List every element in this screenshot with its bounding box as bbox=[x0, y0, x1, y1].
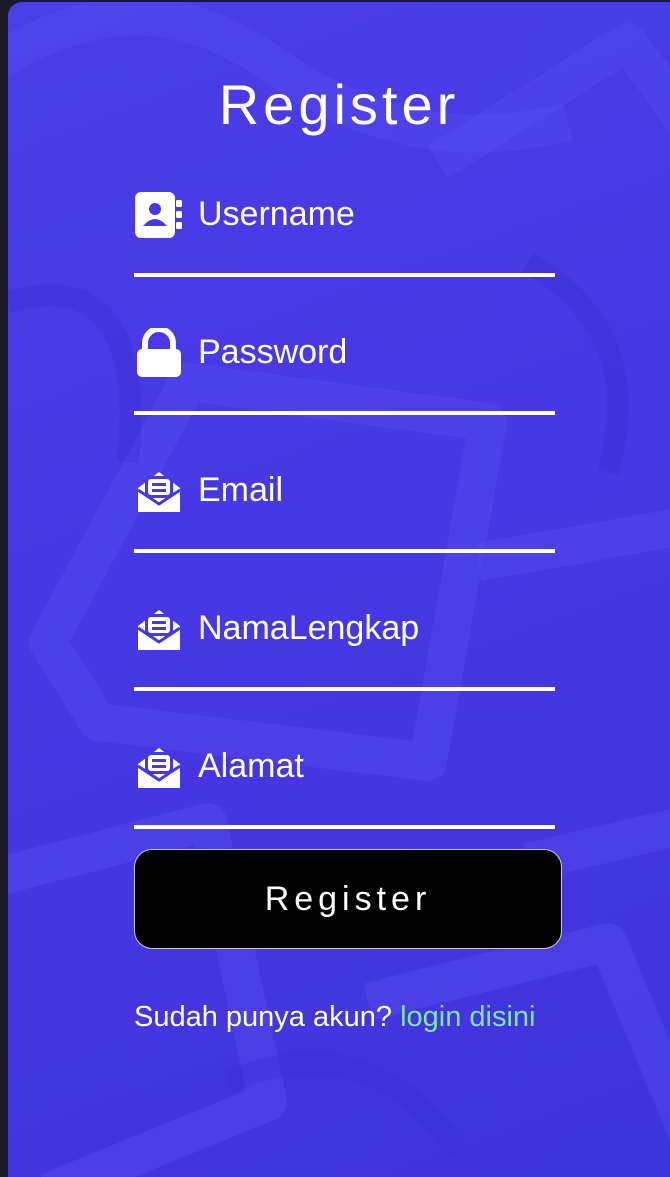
lock-icon bbox=[134, 328, 184, 378]
contact-card-icon bbox=[134, 190, 184, 240]
register-page: Register Username Email NamaLengkap Alam… bbox=[8, 2, 670, 1177]
username-underline bbox=[134, 273, 555, 277]
page-title: Register bbox=[218, 73, 460, 136]
login-link[interactable]: login disini bbox=[400, 1001, 535, 1033]
register-button[interactable]: Register bbox=[134, 849, 562, 949]
register-form-container: Register Username Email NamaLengkap Alam… bbox=[8, 2, 670, 1177]
envelope-open-icon bbox=[134, 466, 184, 516]
username-input[interactable] bbox=[198, 192, 548, 236]
password-underline bbox=[134, 411, 555, 415]
envelope-open-icon bbox=[134, 604, 184, 654]
namalengkap-input[interactable] bbox=[198, 606, 548, 650]
alamat-field-group bbox=[134, 742, 555, 842]
namalengkap-underline bbox=[134, 687, 555, 691]
password-field-group bbox=[134, 328, 555, 428]
password-input[interactable] bbox=[198, 330, 548, 374]
login-prompt-text: Sudah punya akun? bbox=[134, 1001, 392, 1033]
envelope-open-icon bbox=[134, 742, 184, 792]
email-underline bbox=[134, 549, 555, 553]
email-input[interactable] bbox=[198, 468, 548, 512]
alamat-input[interactable] bbox=[198, 744, 548, 788]
namalengkap-field-group bbox=[134, 604, 555, 704]
alamat-underline bbox=[134, 825, 555, 829]
login-prompt: Sudah punya akun? login disini bbox=[134, 994, 574, 1040]
email-field-group bbox=[134, 466, 555, 566]
username-field-group bbox=[134, 190, 555, 290]
